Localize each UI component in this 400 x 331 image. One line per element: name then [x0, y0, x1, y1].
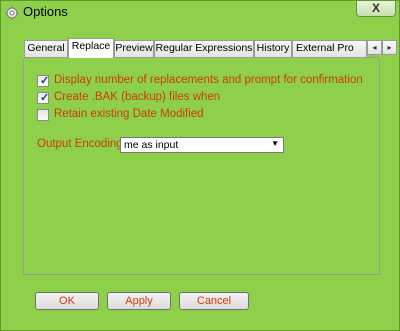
- apply-button[interactable]: Apply: [107, 292, 171, 310]
- retain-date-checkbox[interactable]: [37, 109, 49, 121]
- ok-button[interactable]: OK: [35, 292, 99, 310]
- options-dialog: Options X General Replace Preview Regula…: [0, 0, 400, 331]
- display-replacements-checkbox[interactable]: ✓: [37, 75, 49, 87]
- display-replacements-label: Display number of replacements and promp…: [54, 74, 363, 86]
- output-encoding-label: Output Encoding:: [37, 138, 126, 150]
- tab-history[interactable]: History: [254, 40, 292, 57]
- create-bak-checkbox[interactable]: ✓: [37, 92, 49, 104]
- replace-panel: ✓ Display number of replacements and pro…: [23, 57, 380, 275]
- title-bar[interactable]: Options X: [1, 1, 399, 25]
- output-encoding-select[interactable]: me as input ▼: [120, 137, 284, 153]
- create-bak-label: Create .BAK (backup) files when: [54, 91, 221, 103]
- chevron-down-icon: ▼: [271, 139, 279, 148]
- close-button[interactable]: X: [356, 1, 396, 17]
- tab-preview[interactable]: Preview: [114, 40, 154, 57]
- tab-regular-expressions[interactable]: Regular Expressions: [154, 40, 254, 57]
- check-icon: ✓: [40, 75, 50, 87]
- gear-icon: [5, 6, 19, 20]
- output-encoding-value: me as input: [124, 139, 179, 151]
- check-icon: ✓: [40, 92, 50, 104]
- tab-scroll-right-icon[interactable]: ▸: [382, 40, 397, 55]
- tab-external-programs[interactable]: External Pro: [292, 40, 367, 57]
- retain-date-label: Retain existing Date Modified: [54, 108, 204, 120]
- window-title: Options: [23, 4, 68, 19]
- tab-scroll-left-icon[interactable]: ◂: [367, 40, 382, 55]
- cancel-button[interactable]: Cancel: [179, 292, 249, 310]
- tab-replace[interactable]: Replace: [68, 38, 114, 58]
- tab-scroll-buttons: ◂ ▸: [367, 40, 397, 55]
- close-icon: X: [371, 1, 380, 15]
- tab-general[interactable]: General: [24, 40, 68, 57]
- tab-strip: General Replace Preview Regular Expressi…: [24, 38, 397, 58]
